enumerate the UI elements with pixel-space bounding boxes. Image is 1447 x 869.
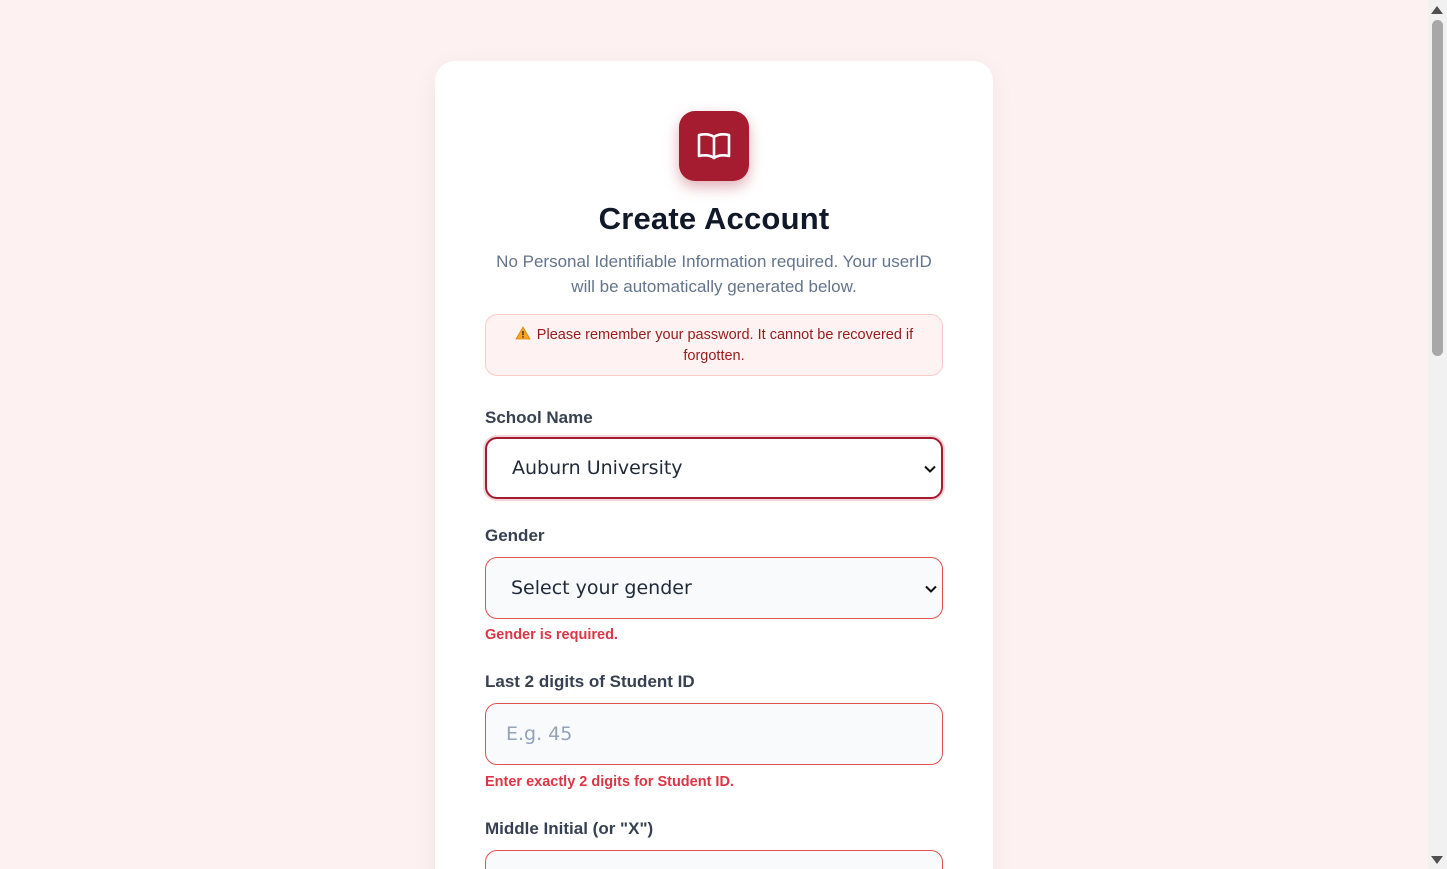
student-id-input[interactable]: E.g. 45 [485,703,943,765]
chevron-down-icon [924,457,936,480]
student-id-placeholder: E.g. 45 [506,723,573,745]
password-warning-alert: Please remember your password. It cannot… [485,314,943,376]
alert-text: Please remember your password. It cannot… [536,327,914,364]
gender-error: Gender is required. [485,627,618,643]
middle-initial-input[interactable] [485,850,943,869]
page-scrollbar[interactable] [1428,0,1447,869]
gender-value: Select your gender [511,577,692,599]
book-icon [679,111,749,181]
page-title: Create Account [598,201,830,236]
signup-card: Create Account No Personal Identifiable … [435,61,993,869]
gender-label: Gender [485,526,545,545]
warning-icon [515,326,531,346]
school-name-label: School Name [485,408,593,427]
middle-initial-label: Middle Initial (or "X") [485,819,654,838]
school-name-value: Auburn University [512,457,683,479]
scroll-down-arrow-icon[interactable] [1431,856,1443,864]
student-id-label: Last 2 digits of Student ID [485,672,695,691]
school-name-select[interactable]: Auburn University [485,437,943,499]
student-id-error: Enter exactly 2 digits for Student ID. [485,774,734,790]
chevron-down-icon [925,577,937,600]
page-subtitle: No Personal Identifiable Information req… [496,252,932,296]
scrollbar-thumb[interactable] [1432,20,1443,356]
page: Create Account No Personal Identifiable … [0,0,1428,869]
gender-select[interactable]: Select your gender [485,557,943,619]
scroll-up-arrow-icon[interactable] [1431,6,1443,14]
